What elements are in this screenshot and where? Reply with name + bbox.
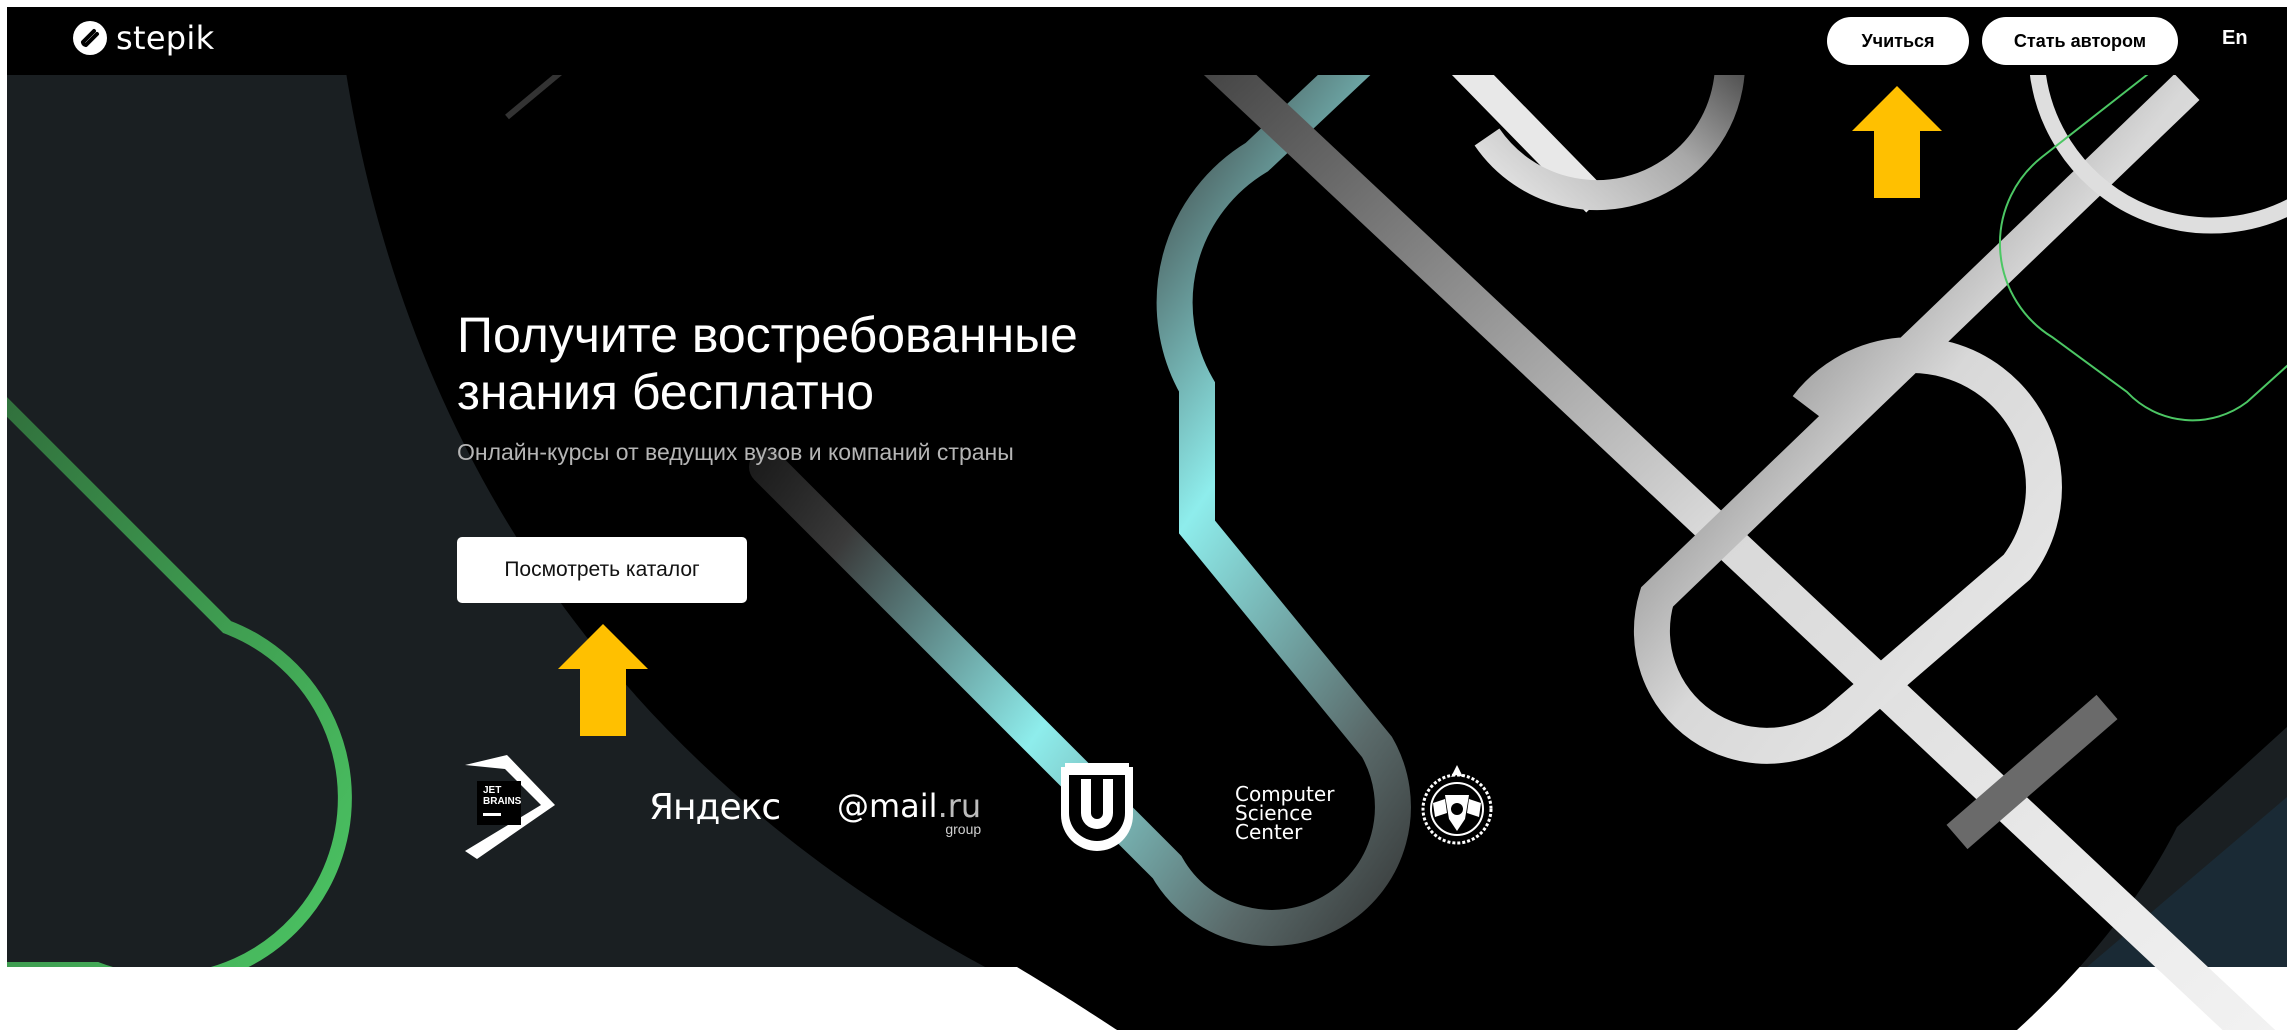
hero-subtitle: Онлайн-курсы от ведущих вузов и компаний… [457,439,1014,465]
mailru-mail: mail [869,787,938,825]
annotation-arrow-up-icon [558,624,648,736]
jetbrains-logo[interactable]: JET BRAINS [457,755,561,859]
hero-section: stepik Учиться Стать автором En Получите… [7,7,2287,1030]
hero-title-line1: Получите востребованные [457,307,1078,363]
hero-title-line2: знания бесплатно [457,364,875,420]
mailru-ru: .ru [937,787,982,825]
become-author-button[interactable]: Стать автором [1982,17,2178,65]
jetbrains-text-2: BRAINS [483,796,522,807]
mailru-logo[interactable]: @mail.ru group [837,787,982,837]
hero-content: Получите востребованные знания бесплатно… [457,307,1157,603]
learn-button[interactable]: Учиться [1827,17,1969,65]
language-switch[interactable]: En [2222,27,2248,50]
stepik-logo[interactable]: stepik [72,19,214,57]
mailru-group: group [945,821,982,837]
jetbrains-icon: JET BRAINS [465,755,555,859]
jetbrains-text-1: JET [483,785,501,796]
hse-logo[interactable] [1417,759,1497,855]
hero-background-art [7,7,2287,1030]
top-navigation-bar: stepik Учиться Стать автором En [7,7,2287,75]
yandex-logo[interactable]: Яндекс [649,787,781,828]
view-catalog-button[interactable]: Посмотреть каталог [457,537,747,603]
hse-emblem-icon [1421,765,1493,845]
brand-name: stepik [116,19,215,57]
hero-title: Получите востребованные знания бесплатно [457,307,1157,421]
mailru-at: @ [837,787,869,825]
csc-line3: Center [1235,820,1303,844]
csc-logo[interactable]: Computer Science Center [1235,784,1334,844]
annotation-arrow-up-icon [1852,86,1942,198]
urfu-logo[interactable] [1057,763,1137,855]
partner-logos: JET BRAINS Яндекс @mail.ru group Compute… [457,747,1507,859]
urfu-shield-icon [1061,763,1133,851]
stepik-logo-icon [73,21,107,55]
